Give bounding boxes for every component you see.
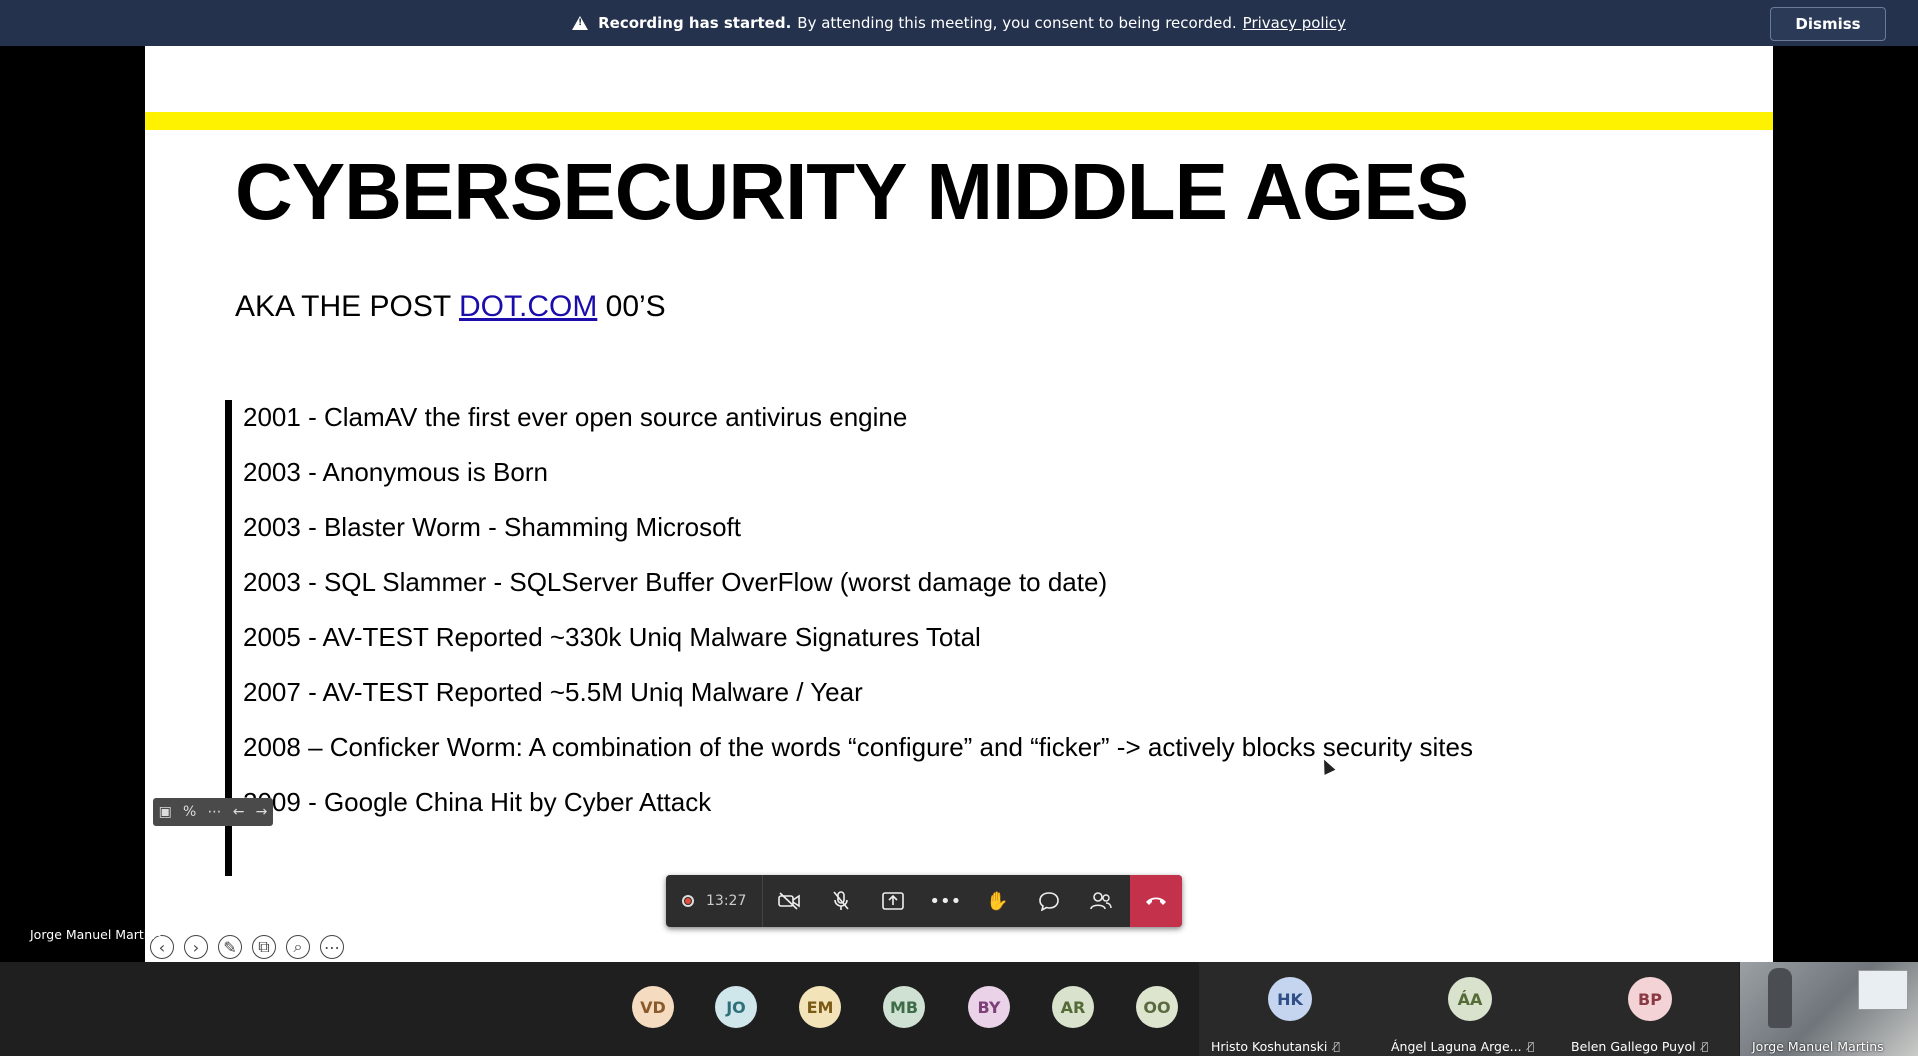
- next-slide-icon[interactable]: →: [256, 804, 268, 820]
- projector-screen-image: [1858, 970, 1908, 1010]
- zoom-icon[interactable]: ⌕: [286, 935, 310, 959]
- meeting-timer: 13:27: [706, 893, 747, 909]
- presenter-figure-image: [1768, 968, 1792, 1028]
- more-options-icon[interactable]: ⋯: [320, 935, 344, 959]
- participant-tile-name: Hristo Koshutanski 🎙̸: [1211, 1039, 1340, 1054]
- timeline-item: 2009 - Google China Hit by Cyber Attack: [243, 787, 712, 817]
- participant-avatar[interactable]: OO: [1136, 986, 1178, 1028]
- share-icon: [882, 892, 905, 910]
- participant-tile-name: Ángel Laguna Arge... 🎙̸: [1391, 1039, 1534, 1054]
- participant-avatar[interactable]: EM: [799, 986, 841, 1028]
- copy-icon[interactable]: ⧉: [252, 935, 276, 959]
- participant-tile[interactable]: HK Hristo Koshutanski 🎙̸: [1199, 962, 1379, 1056]
- participant-avatar[interactable]: JO: [715, 986, 757, 1028]
- participant-avatar[interactable]: BY: [968, 986, 1010, 1028]
- participant-avatar[interactable]: AR: [1052, 986, 1094, 1028]
- dismiss-button[interactable]: Dismiss: [1770, 7, 1886, 41]
- slide-controls: ▣ % ⋯ ← →: [153, 798, 273, 826]
- subtitle-post: 00’S: [597, 290, 666, 323]
- participant-tile-avatar: ÁA: [1448, 977, 1492, 1021]
- recording-banner: Recording has started. By attending this…: [0, 0, 1918, 46]
- prev-slide-icon[interactable]: ←: [233, 804, 245, 820]
- timeline-list: 2001 - ClamAV the first ever open source…: [243, 402, 1473, 842]
- warning-icon: [572, 16, 589, 30]
- presenter-video-tile[interactable]: Jorge Manuel Martins: [1740, 962, 1918, 1056]
- chat-icon: [1039, 892, 1060, 911]
- presenter-video-name: Jorge Manuel Martins: [1752, 1039, 1884, 1054]
- more-icon[interactable]: ⋯: [208, 804, 222, 820]
- recording-banner-bold: Recording has started.: [598, 14, 792, 32]
- participant-name: Hristo Koshutanski: [1211, 1039, 1328, 1054]
- raise-hand-button[interactable]: ✋: [971, 875, 1023, 927]
- participants-button[interactable]: [1075, 875, 1127, 927]
- mic-muted-icon: 🎙̸: [1701, 1040, 1709, 1053]
- participant-tile-avatar: HK: [1268, 977, 1312, 1021]
- subtitle-link[interactable]: DOT.COM: [459, 290, 597, 323]
- screen-icon[interactable]: ▣: [159, 804, 172, 820]
- timeline-item: 2003 - SQL Slammer - SQLServer Buffer Ov…: [243, 567, 1108, 597]
- timeline-item: 2007 - AV-TEST Reported ~5.5M Uniq Malwa…: [243, 677, 863, 707]
- mute-button[interactable]: [815, 875, 867, 927]
- ellipsis-icon: •••: [929, 890, 962, 912]
- participant-tile-avatar: BP: [1628, 977, 1672, 1021]
- participant-tile[interactable]: BP Belen Gallego Puyol 🎙̸: [1559, 962, 1739, 1056]
- participant-tile[interactable]: ÁA Ángel Laguna Arge... 🎙̸: [1379, 962, 1559, 1056]
- slide-title: CYBERSECURITY MIDDLE AGES: [235, 147, 1469, 236]
- chat-button[interactable]: [1023, 875, 1075, 927]
- camera-off-button[interactable]: [763, 875, 815, 927]
- mic-off-icon: [833, 891, 849, 910]
- forward-icon[interactable]: ›: [184, 935, 208, 959]
- slide-subtitle: AKA THE POST DOT.COM 00’S: [235, 290, 666, 324]
- mic-muted-icon: 🎙̸: [1333, 1040, 1340, 1053]
- mic-muted-icon: 🎙̸: [1527, 1040, 1535, 1053]
- people-icon: [1090, 892, 1113, 910]
- recording-indicator: 13:27: [666, 875, 764, 927]
- pen-icon[interactable]: ✎: [218, 935, 242, 959]
- leave-call-button[interactable]: [1130, 875, 1182, 927]
- participant-avatar[interactable]: MB: [883, 986, 925, 1028]
- subtitle-pre: AKA THE POST: [235, 290, 459, 323]
- share-screen-button[interactable]: [867, 875, 919, 927]
- timeline-item: 2003 - Blaster Worm - Shamming Microsoft: [243, 512, 741, 542]
- camera-off-icon: [778, 892, 801, 910]
- participant-tile-name: Belen Gallego Puyol 🎙̸: [1571, 1039, 1708, 1054]
- slide-yellow-bar: [145, 112, 1773, 130]
- participant-avatar[interactable]: VD: [632, 986, 674, 1028]
- more-actions-button[interactable]: •••: [919, 875, 971, 927]
- timeline-item: 2005 - AV-TEST Reported ~330k Uniq Malwa…: [243, 622, 981, 652]
- meeting-toolbar: 13:27 ••• ✋: [666, 875, 1182, 927]
- hand-icon: ✋: [986, 890, 1009, 912]
- hang-up-icon: [1146, 897, 1166, 905]
- privacy-policy-link[interactable]: Privacy policy: [1243, 14, 1346, 32]
- timeline-item: 2003 - Anonymous is Born: [243, 457, 548, 487]
- timeline-item: 2008 – Conficker Worm: A combination of …: [243, 732, 1473, 762]
- percent-icon[interactable]: %: [183, 804, 196, 820]
- presenter-name: Jorge Manuel Martins: [30, 927, 162, 942]
- recording-banner-text: By attending this meeting, you consent t…: [797, 14, 1237, 32]
- participant-name: Belen Gallego Puyol: [1571, 1039, 1696, 1054]
- participant-name: Ángel Laguna Arge...: [1391, 1039, 1522, 1054]
- timeline-item: 2001 - ClamAV the first ever open source…: [243, 402, 908, 432]
- record-icon: [682, 895, 694, 907]
- shared-slide: CYBERSECURITY MIDDLE AGES AKA THE POST D…: [145, 46, 1773, 962]
- presenter-nav-icons: ‹ › ✎ ⧉ ⌕ ⋯: [150, 935, 344, 959]
